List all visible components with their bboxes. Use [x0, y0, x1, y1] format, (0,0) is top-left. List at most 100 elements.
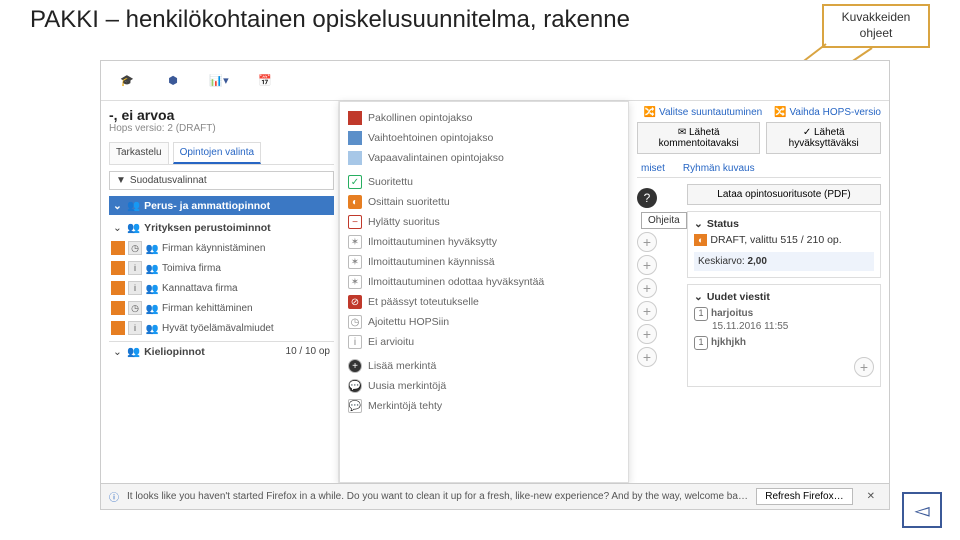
message-item[interactable]: 1harjoitus15.11.2016 11:55 [694, 307, 874, 332]
legend-color-red [348, 111, 362, 125]
status-title: Status [707, 218, 739, 230]
info-icon: i [348, 335, 362, 349]
tab-opintojen-valinta[interactable]: Opintojen valinta [173, 142, 262, 164]
enroll-ok-icon: ✶ [348, 235, 362, 249]
group-yrityksen[interactable]: ⌄ 👥 Yrityksen perustoiminnot [109, 218, 334, 237]
group-kieliopinnot[interactable]: ⌄👥Kieliopinnot 10 / 10 op [109, 341, 334, 361]
partial-icon: ◐ [348, 195, 362, 209]
clock-icon: ◷ [128, 301, 142, 315]
course-name: Firman kehittäminen [162, 303, 253, 314]
filter-icon: ▼ [116, 175, 126, 186]
draft-text: DRAFT, valittu 515 / 210 op. [710, 234, 841, 246]
legend-label: Ilmoittautuminen hyväksytty [368, 236, 497, 248]
denied-icon: ⊘ [348, 295, 362, 309]
previous-slide-button[interactable]: ◅ [902, 492, 942, 528]
people-icon: 👥 [145, 262, 159, 275]
group-perus-ammatti[interactable]: ⌄ 👥 Perus- ja ammattiopinnot [109, 196, 334, 215]
legend-label: Suoritettu [368, 176, 413, 188]
firefox-notification-bar: ⓘ It looks like you haven't started Fire… [101, 483, 889, 509]
messages-title: Uudet viestit [707, 291, 770, 303]
left-column: -, ei arvoa Hops versio: 2 (DRAFT) Tarka… [101, 101, 339, 483]
hops-title: -, ei arvoa [109, 107, 334, 123]
tab-miset[interactable]: miset [637, 160, 669, 177]
people-icon: 👥 [145, 302, 159, 315]
legend-panel: Pakollinen opintojakso Vaihtoehtoinen op… [339, 101, 629, 483]
add-message-button[interactable]: + [854, 357, 874, 377]
add-button[interactable]: + [637, 324, 657, 344]
people-icon: 👥 [127, 345, 140, 358]
link-vaihda-hops[interactable]: 🔀 Vaihda HOPS-versio [774, 107, 881, 118]
check-icon: ✓ [348, 175, 362, 189]
callout-line2: ohjeet [860, 26, 893, 42]
draft-badge: ◐ [694, 234, 707, 246]
course-row[interactable]: i👥Toimiva firma [109, 259, 334, 277]
add-button[interactable]: + [637, 278, 657, 298]
clock-icon: ◷ [128, 241, 142, 255]
legend-label: Hylätty suoritus [368, 216, 440, 228]
add-button[interactable]: + [637, 232, 657, 252]
calendar-icon[interactable]: 📅 [251, 67, 279, 95]
add-button[interactable]: + [637, 301, 657, 321]
group-label: Yrityksen perustoiminnot [144, 222, 271, 234]
link-valitse-suuntautuminen[interactable]: 🔀 Valitse suuntautuminen [644, 107, 762, 118]
legend-label: Uusia merkintöjä [368, 380, 446, 392]
info-icon: i [128, 321, 142, 335]
chart-icon[interactable]: 📊▾ [205, 67, 233, 95]
legend-label: Osittain suoritettu [368, 196, 450, 208]
refresh-firefox-button[interactable]: Refresh Firefox… [756, 488, 852, 505]
cube-icon[interactable]: ⬢ [159, 67, 187, 95]
filter-button[interactable]: ▼ Suodatusvalinnat [109, 171, 334, 190]
course-name: Toimiva firma [162, 263, 221, 274]
btn-laheta-hyvaksyttavaksi[interactable]: ✓ Lähetä hyväksyttäväksi [766, 122, 881, 154]
chevron-down-icon: ⌄ [113, 222, 123, 234]
chevron-down-icon: ⌄ [113, 346, 123, 358]
close-icon[interactable]: ✕ [861, 491, 881, 502]
help-icon[interactable]: ? [637, 188, 657, 208]
message-item[interactable]: 1hjkhjkh [694, 336, 874, 350]
schedule-icon: ◷ [348, 315, 362, 329]
plus-icon: + [348, 359, 362, 373]
tab-tarkastelu[interactable]: Tarkastelu [109, 142, 169, 164]
chevron-down-icon: ⌄ [113, 200, 123, 212]
chevron-down-icon[interactable]: ⌄ [694, 291, 703, 303]
comment-done-icon: 💬 [348, 399, 362, 413]
group-label: Kieliopinnot [144, 346, 205, 358]
minus-icon: − [348, 215, 362, 229]
chevron-down-icon[interactable]: ⌄ [694, 218, 703, 230]
legend-label: Ilmoittautuminen käynnissä [368, 256, 495, 268]
enroll-wait-icon: ✶ [348, 275, 362, 289]
add-button[interactable]: + [637, 347, 657, 367]
legend-color-blue [348, 131, 362, 145]
callout-box: Kuvakkeiden ohjeet [822, 4, 930, 48]
app-frame: 🎓 ⬢ 📊▾ 📅 -, ei arvoa Hops versio: 2 (DRA… [100, 60, 890, 510]
legend-label: Lisää merkintä [368, 360, 436, 372]
callout-line1: Kuvakkeiden [842, 10, 911, 26]
legend-color-lightblue [348, 151, 362, 165]
group-label: Perus- ja ammattiopinnot [144, 200, 270, 212]
hops-subtitle: Hops versio: 2 (DRAFT) [109, 123, 334, 134]
course-row[interactable]: i👥Kannattava firma [109, 279, 334, 297]
btn-download-pdf[interactable]: Lataa opintosuoritusote (PDF) [687, 184, 881, 205]
filter-label: Suodatusvalinnat [130, 175, 207, 186]
firefox-text: It looks like you haven't started Firefo… [127, 491, 748, 502]
course-row[interactable]: i👥Hyvät työelämävalmiudet [109, 319, 334, 337]
btn-laheta-kommentoitavaksi[interactable]: ✉ Lähetä kommentoitavaksi [637, 122, 760, 154]
course-row[interactable]: ◷👥Firman kehittäminen [109, 299, 334, 317]
info-icon: i [128, 261, 142, 275]
people-icon: 👥 [145, 322, 159, 335]
top-nav: 🎓 ⬢ 📊▾ 📅 [101, 61, 889, 101]
messages-card: ⌄ Uudet viestit 1harjoitus15.11.2016 11:5… [687, 284, 881, 387]
course-row[interactable]: ◷👥Firman käynnistäminen [109, 239, 334, 257]
legend-label: Et päässyt toteutukselle [368, 296, 479, 308]
tab-ryhman-kuvaus[interactable]: Ryhmän kuvaus [679, 160, 759, 177]
course-name: Firman käynnistäminen [162, 243, 265, 254]
info-icon: i [128, 281, 142, 295]
comment-icon: 💬 [348, 379, 362, 393]
course-name: Kannattava firma [162, 283, 238, 294]
people-icon: 👥 [145, 282, 159, 295]
add-button[interactable]: + [637, 255, 657, 275]
average-box: Keskiarvo: 2,00 [694, 252, 874, 271]
help-tooltip: Ohjeita [641, 212, 687, 229]
status-card: ⌄ Status ◐ DRAFT, valittu 515 / 210 op. K… [687, 211, 881, 278]
graduation-icon[interactable]: 🎓 [113, 67, 141, 95]
